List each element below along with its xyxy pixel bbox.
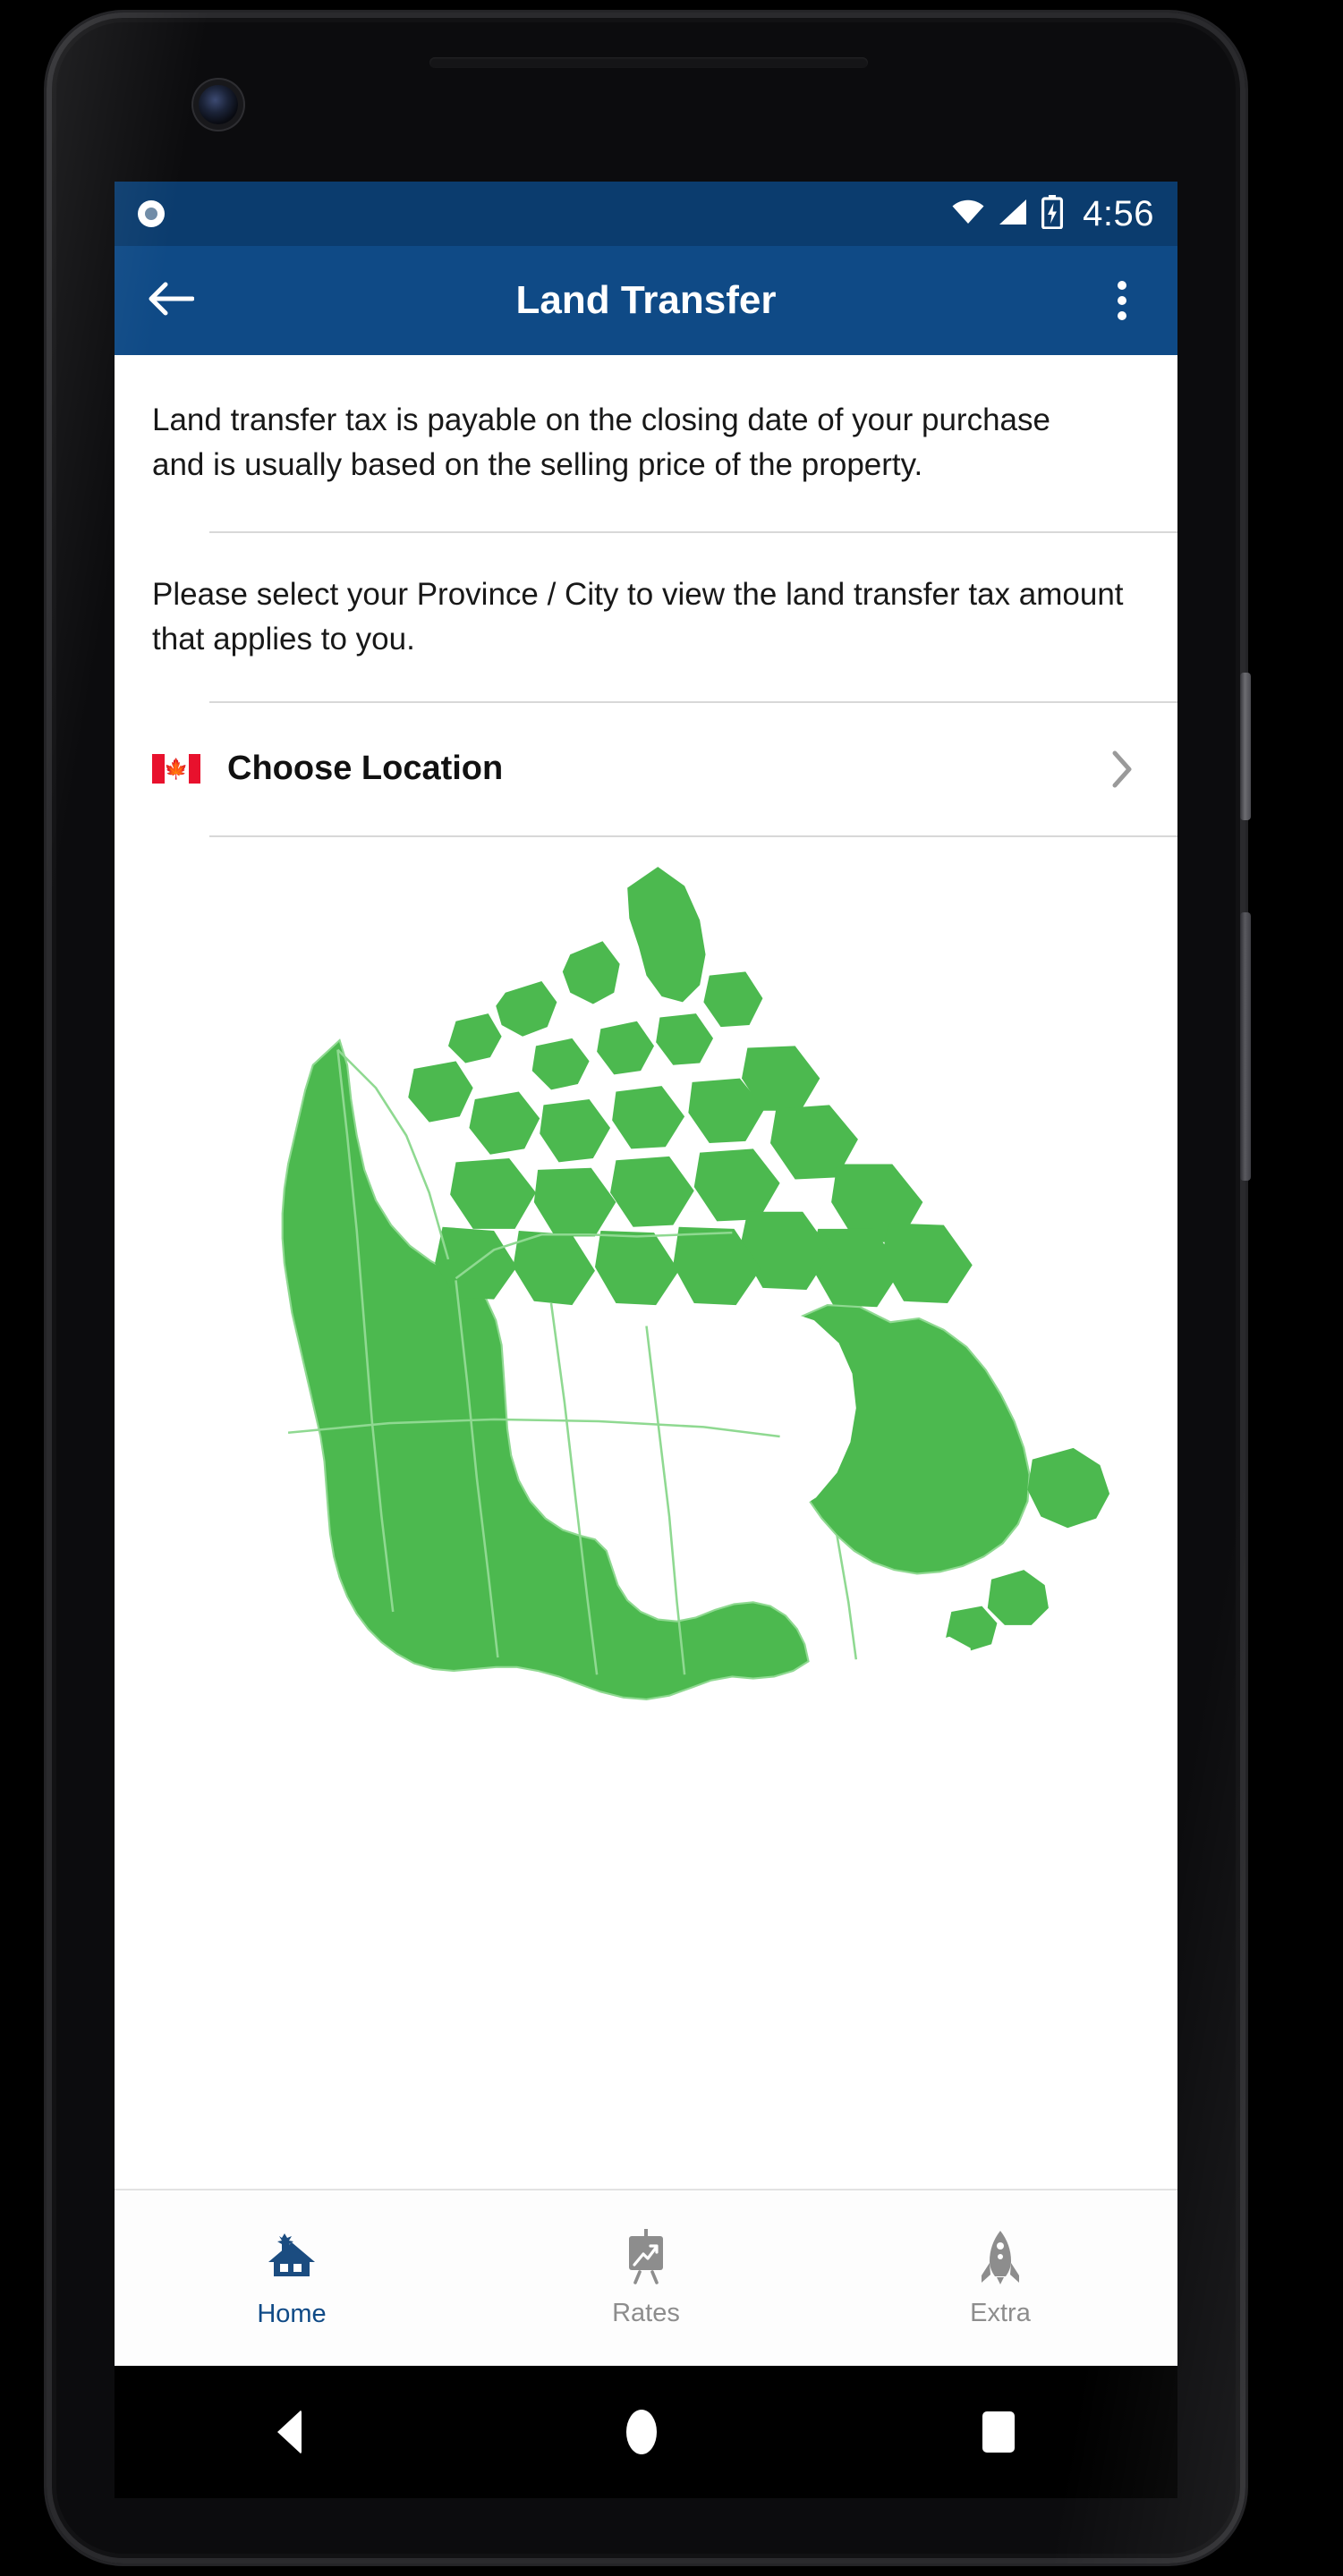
wifi-icon [952, 199, 984, 229]
main-content: Land transfer tax is payable on the clos… [115, 355, 1177, 2189]
status-bar-system-icons: 4:56 [952, 194, 1154, 234]
rocket-icon [976, 2229, 1024, 2289]
app-bar: Land Transfer [115, 246, 1177, 355]
select-province-paragraph: Please select your Province / City to vi… [152, 577, 1124, 657]
nav-label-home: Home [257, 2299, 327, 2328]
house-maple-leaf-icon [263, 2228, 320, 2290]
intro-paragraph: Land transfer tax is payable on the clos… [152, 402, 1050, 482]
choose-location-row[interactable]: 🍁 Choose Location [115, 703, 1177, 835]
record-circle-icon [138, 200, 165, 227]
power-button[interactable] [1240, 673, 1251, 820]
chart-easel-icon [620, 2228, 672, 2289]
battery-charging-icon [1041, 194, 1064, 233]
page-title: Land Transfer [515, 278, 777, 322]
front-camera-lens [199, 85, 238, 124]
back-button[interactable] [138, 268, 202, 333]
nav-label-extra: Extra [970, 2298, 1031, 2327]
volume-rocker-button[interactable] [1240, 912, 1251, 1181]
arrow-left-icon [146, 279, 195, 323]
square-recents-icon[interactable] [982, 2411, 1016, 2453]
more-vertical-icon-dot-2 [1118, 296, 1126, 305]
overflow-menu-button[interactable] [1090, 268, 1154, 333]
more-vertical-icon-dot-3 [1118, 311, 1126, 320]
status-bar-clock: 4:56 [1083, 193, 1154, 233]
status-bar-notifications [138, 200, 165, 227]
status-bar: 4:56 [115, 182, 1177, 246]
cellular-signal-icon [999, 199, 1027, 230]
nav-item-home[interactable]: Home [115, 2190, 469, 2366]
map-area [115, 837, 1177, 1707]
phone-screen: 4:56 Land Transfer Land transfer tax is … [115, 182, 1177, 2366]
canada-flag-icon: 🍁 [152, 754, 200, 784]
triangle-back-icon[interactable] [276, 2410, 302, 2454]
nav-label-rates: Rates [612, 2298, 680, 2327]
canada-map-image [281, 866, 1109, 1700]
bottom-navigation-bar: Home Rates Extra [115, 2189, 1177, 2366]
circle-home-icon[interactable] [626, 2410, 658, 2454]
nav-item-extra[interactable]: Extra [823, 2190, 1177, 2366]
choose-location-label: Choose Location [227, 750, 504, 788]
chevron-right-icon [1104, 750, 1140, 788]
more-vertical-icon [1118, 281, 1126, 290]
android-system-nav-bar [115, 2366, 1177, 2498]
earpiece-speaker [429, 57, 868, 68]
nav-item-rates[interactable]: Rates [469, 2190, 823, 2366]
